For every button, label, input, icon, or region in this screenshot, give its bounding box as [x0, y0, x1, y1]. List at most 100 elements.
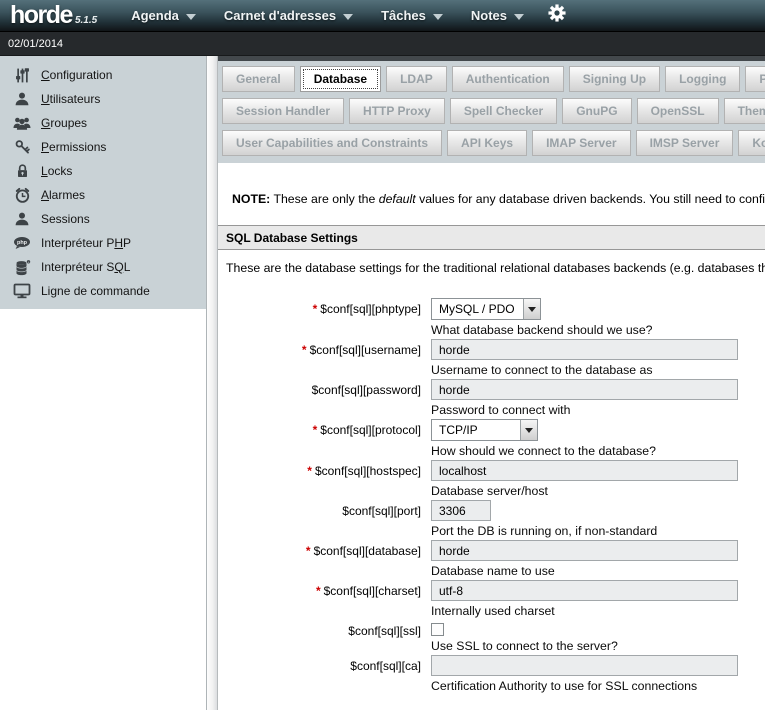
- menu-carnet-d-adresses[interactable]: Carnet d'adresses: [224, 8, 353, 23]
- chevron-down-icon: [433, 14, 443, 20]
- field-help-sql-charset: Internally used charset: [431, 604, 738, 618]
- key-icon: [11, 139, 33, 156]
- field-row-sql-port: $conf[sql][port] Port the DB is running o…: [218, 500, 765, 538]
- menu-agenda[interactable]: Agenda: [131, 8, 196, 23]
- tab-ldap[interactable]: LDAP: [386, 66, 447, 92]
- sidebar-item-label: Ligne de commande: [41, 284, 150, 298]
- tab-kolab-server[interactable]: Kolab Serv: [738, 130, 765, 156]
- field-control-sql-password: Password to connect with: [431, 379, 738, 417]
- sql-settings-form: *$conf[sql][phptype]MySQL / PDOWhat data…: [218, 298, 765, 693]
- sidebar-item-label: Permissions: [41, 140, 106, 154]
- field-control-sql-database: Database name to use: [431, 540, 738, 578]
- tab-spell-checker[interactable]: Spell Checker: [450, 98, 557, 124]
- menu-taches[interactable]: Tâches: [381, 8, 443, 23]
- lock-icon: [11, 163, 33, 179]
- field-control-sql-port: Port the DB is running on, if non-standa…: [431, 500, 657, 538]
- database-icon: +: [11, 259, 33, 276]
- sidebar-item-label: Alarmes: [41, 188, 85, 202]
- sql-database-input[interactable]: [431, 540, 738, 561]
- field-row-sql-ssl: $conf[sql][ssl]Use SSL to connect to the…: [218, 620, 765, 653]
- tab-imsp-server[interactable]: IMSP Server: [636, 130, 734, 156]
- sidebar-item-label: Locks: [41, 164, 72, 178]
- gear-icon: [548, 4, 566, 27]
- tab-api-keys[interactable]: API Keys: [447, 130, 527, 156]
- tab-general[interactable]: General: [222, 66, 295, 92]
- sidebar-item-groupes[interactable]: Groupes: [0, 111, 206, 135]
- sql-username-input[interactable]: [431, 339, 738, 360]
- field-help-sql-protocol: How should we connect to the database?: [431, 444, 656, 458]
- date-bar: 02/01/2014: [0, 32, 765, 56]
- logo-text: horde: [10, 1, 72, 30]
- menu-label: Carnet d'adresses: [224, 8, 336, 23]
- tab-session-handler[interactable]: Session Handler: [222, 98, 344, 124]
- sidebar-item-ligne-de-commande[interactable]: Ligne de commande: [0, 279, 206, 303]
- sidebar-item-configuration[interactable]: Configuration: [0, 63, 206, 87]
- tab-themes[interactable]: Themes: [724, 98, 765, 124]
- menu-label: Notes: [471, 8, 507, 23]
- sidebar-item-interpreteur-php[interactable]: phpInterpréteur PHP: [0, 231, 206, 255]
- terminal-monitor-icon: [11, 283, 33, 299]
- sql-charset-input[interactable]: [431, 580, 738, 601]
- tab-database[interactable]: Database: [300, 66, 381, 92]
- sql-protocol-select[interactable]: TCP/IP: [431, 419, 538, 441]
- config-tabs: GeneralDatabaseLDAPAuthenticationSigning…: [218, 61, 765, 163]
- note-italic-word: default: [379, 192, 416, 206]
- field-label-sql-port: $conf[sql][port]: [218, 500, 421, 538]
- field-row-sql-database: *$conf[sql][database]Database name to us…: [218, 540, 765, 578]
- main-menu: Agenda Carnet d'adresses Tâches Notes: [131, 8, 524, 23]
- required-asterisk: *: [313, 302, 318, 316]
- sql-password-input[interactable]: [431, 379, 738, 400]
- field-help-sql-port: Port the DB is running on, if non-standa…: [431, 524, 657, 538]
- chevron-down-icon: [523, 299, 540, 319]
- settings-gear-button[interactable]: [548, 4, 566, 27]
- sidebar-item-label: Configuration: [41, 68, 112, 82]
- chevron-down-icon: [186, 14, 196, 20]
- sidebar-item-sessions[interactable]: Sessions: [0, 207, 206, 231]
- field-label-sql-username: *$conf[sql][username]: [218, 339, 421, 377]
- required-asterisk: *: [307, 464, 312, 478]
- field-label-sql-ssl: $conf[sql][ssl]: [218, 620, 421, 653]
- field-help-sql-database: Database name to use: [431, 564, 738, 578]
- tab-user-capabilities[interactable]: User Capabilities and Constraints: [222, 130, 442, 156]
- tab-row-3: User Capabilities and ConstraintsAPI Key…: [222, 130, 765, 156]
- user-icon: [11, 211, 33, 227]
- sql-port-input[interactable]: [431, 500, 491, 521]
- horde-logo[interactable]: horde 5.1.5: [10, 1, 97, 30]
- svg-text:php: php: [17, 240, 28, 246]
- field-row-sql-hostspec: *$conf[sql][hostspec] Database server/hos…: [218, 460, 765, 498]
- sidebar-item-interpreteur-sql[interactable]: +Interpréteur SQL: [0, 255, 206, 279]
- sql-hostspec-input[interactable]: [431, 460, 738, 481]
- tab-openssl[interactable]: OpenSSL: [637, 98, 719, 124]
- field-row-sql-password: $conf[sql][password] Password to connect …: [218, 379, 765, 417]
- sidebar-item-permissions[interactable]: Permissions: [0, 135, 206, 159]
- tab-preferences[interactable]: Preferences: [745, 66, 765, 92]
- menu-notes[interactable]: Notes: [471, 8, 524, 23]
- field-label-sql-ca: $conf[sql][ca]: [218, 655, 421, 693]
- content-scrollbar[interactable]: [206, 56, 218, 710]
- field-label-sql-hostspec: *$conf[sql][hostspec]: [218, 460, 421, 498]
- field-label-sql-password: $conf[sql][password]: [218, 379, 421, 417]
- sql-phptype-select[interactable]: MySQL / PDO: [431, 298, 541, 320]
- tab-http-proxy[interactable]: HTTP Proxy: [349, 98, 445, 124]
- field-row-sql-protocol: *$conf[sql][protocol] TCP/IP How should we…: [218, 419, 765, 458]
- field-control-sql-phptype: MySQL / PDOWhat database backend should …: [431, 298, 653, 337]
- sidebar-item-utilisateurs[interactable]: Utilisateurs: [0, 87, 206, 111]
- required-asterisk: *: [313, 423, 318, 437]
- required-asterisk: *: [302, 343, 307, 357]
- field-help-sql-username: Username to connect to the database as: [431, 363, 738, 377]
- field-label-sql-protocol: *$conf[sql][protocol]: [218, 419, 421, 458]
- sidebar-item-locks[interactable]: Locks: [0, 159, 206, 183]
- tab-signing-up[interactable]: Signing Up: [569, 66, 660, 92]
- sql-ca-input[interactable]: [431, 655, 738, 676]
- sql-ssl-checkbox[interactable]: [431, 623, 444, 636]
- field-control-sql-hostspec: Database server/host: [431, 460, 738, 498]
- tab-imap-server[interactable]: IMAP Server: [532, 130, 630, 156]
- tab-authentication[interactable]: Authentication: [452, 66, 564, 92]
- note-text: NOTE: These are only the default values …: [232, 192, 765, 206]
- chevron-down-icon: [514, 14, 524, 20]
- field-row-sql-ca: $conf[sql][ca]Certification Authority to…: [218, 655, 765, 693]
- tab-logging[interactable]: Logging: [665, 66, 740, 92]
- field-label-sql-charset: *$conf[sql][charset]: [218, 580, 421, 618]
- sidebar-item-alarmes[interactable]: Alarmes: [0, 183, 206, 207]
- tab-gnupg[interactable]: GnuPG: [562, 98, 631, 124]
